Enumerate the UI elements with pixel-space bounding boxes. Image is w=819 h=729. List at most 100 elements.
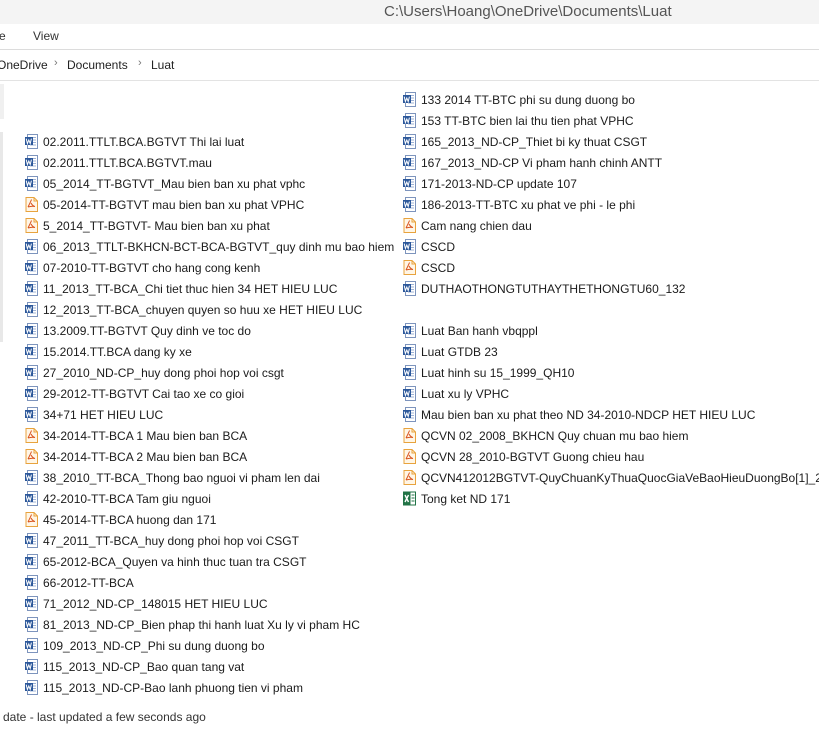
- file-item[interactable]: 11_2013_TT-BCA_Chi tiet thuc hien 34 HET…: [25, 279, 337, 298]
- word-doc-icon: [25, 281, 38, 296]
- file-item[interactable]: Tong ket ND 171: [403, 489, 510, 508]
- file-name: QCVN 28_2010-BGTVT Guong chieu hau: [421, 449, 645, 464]
- nav-pane-scrollbar[interactable]: [0, 132, 3, 342]
- word-doc-icon: [25, 176, 38, 191]
- word-doc-icon: [25, 260, 38, 275]
- file-item[interactable]: 42-2010-TT-BCA Tam giu nguoi: [25, 489, 211, 508]
- file-name: 29-2012-TT-BGTVT Cai tao xe co gioi: [43, 386, 245, 401]
- file-item[interactable]: 27_2010_ND-CP_huy dong phoi hop voi csgt: [25, 363, 284, 382]
- pdf-doc-icon: [403, 260, 416, 275]
- file-item[interactable]: 34-2014-TT-BCA 2 Mau bien ban BCA: [25, 447, 247, 466]
- file-item[interactable]: 34+71 HET HIEU LUC: [25, 405, 163, 424]
- breadcrumb-separator-icon[interactable]: ›: [54, 57, 58, 69]
- file-item[interactable]: 171-2013-ND-CP update 107: [403, 174, 577, 193]
- breadcrumb-separator-icon[interactable]: ›: [138, 57, 142, 69]
- file-item[interactable]: 02.2011.TTLT.BCA.BGTVT Thi lai luat: [25, 132, 244, 151]
- file-item[interactable]: QCVN412012BGTVT-QuyChuanKyThuaQuocGiaVeB…: [403, 468, 819, 487]
- file-item[interactable]: 133 2014 TT-BTC phi su dung duong bo: [403, 90, 635, 109]
- file-item[interactable]: 186-2013-TT-BTC xu phat ve phi - le phi: [403, 195, 635, 214]
- file-item[interactable]: 05_2014_TT-BGTVT_Mau bien ban xu phat vp…: [25, 174, 305, 193]
- word-doc-icon: [25, 386, 38, 401]
- file-item[interactable]: 47_2011_TT-BCA_huy dong phoi hop voi CSG…: [25, 531, 299, 550]
- word-doc-icon: [403, 197, 416, 212]
- file-item[interactable]: 15.2014.TT.BCA dang ky xe: [25, 342, 192, 361]
- file-name: 109_2013_ND-CP_Phi su dung duong bo: [43, 638, 265, 653]
- word-doc-icon: [25, 554, 38, 569]
- tab-home-partial[interactable]: e: [0, 29, 6, 43]
- file-item[interactable]: 66-2012-TT-BCA: [25, 573, 134, 592]
- excel-doc-icon: [403, 491, 416, 506]
- word-doc-icon: [25, 659, 38, 674]
- file-name: QCVN412012BGTVT-QuyChuanKyThuaQuocGiaVeB…: [421, 470, 819, 485]
- word-doc-icon: [25, 491, 38, 506]
- file-item[interactable]: 07-2010-TT-BGTVT cho hang cong kenh: [25, 258, 260, 277]
- breadcrumb-onedrive[interactable]: OneDrive: [0, 58, 48, 72]
- file-item[interactable]: 06_2013_TTLT-BKHCN-BCT-BCA-BGTVT_quy din…: [25, 237, 394, 256]
- word-doc-icon: [25, 470, 38, 485]
- file-item[interactable]: 115_2013_ND-CP-Bao lanh phuong tien vi p…: [25, 678, 303, 697]
- address-bar[interactable]: OneDrive › Documents › Luat: [0, 50, 819, 81]
- file-item[interactable]: 5_2014_TT-BGTVT- Mau bien ban xu phat: [25, 216, 270, 235]
- file-item[interactable]: 153 TT-BTC bien lai thu tien phat VPHC: [403, 111, 634, 130]
- file-name: 115_2013_ND-CP_Bao quan tang vat: [43, 659, 245, 674]
- file-name: 45-2014-TT-BCA huong dan 171: [43, 512, 217, 527]
- file-item[interactable]: 29-2012-TT-BGTVT Cai tao xe co gioi: [25, 384, 244, 403]
- tab-view[interactable]: View: [33, 29, 59, 43]
- file-name: 153 TT-BTC bien lai thu tien phat VPHC: [421, 113, 634, 128]
- file-item[interactable]: 115_2013_ND-CP_Bao quan tang vat: [25, 657, 244, 676]
- file-item[interactable]: 165_2013_ND-CP_Thiet bi ky thuat CSGT: [403, 132, 647, 151]
- file-item[interactable]: 45-2014-TT-BCA huong dan 171: [25, 510, 216, 529]
- word-doc-icon: [25, 617, 38, 632]
- file-item[interactable]: 13.2009.TT-BGTVT Quy dinh ve toc do: [25, 321, 251, 340]
- file-item[interactable]: 109_2013_ND-CP_Phi su dung duong bo: [25, 636, 265, 655]
- word-doc-icon: [403, 365, 416, 380]
- word-doc-icon: [25, 407, 38, 422]
- file-item[interactable]: 05-2014-TT-BGTVT mau bien ban xu phat VP…: [25, 195, 304, 214]
- window-title: C:\Users\Hoang\OneDrive\Documents\Luat: [384, 3, 672, 20]
- file-item[interactable]: Luat Ban hanh vbqppl: [403, 321, 538, 340]
- file-item[interactable]: 81_2013_ND-CP_Bien phap thi hanh luat Xu…: [25, 615, 360, 634]
- pdf-doc-icon: [25, 428, 38, 443]
- word-doc-icon: [403, 281, 416, 296]
- file-name: 13.2009.TT-BGTVT Quy dinh ve toc do: [43, 323, 251, 338]
- status-bar: date - last updated a few seconds ago: [0, 706, 819, 729]
- file-item[interactable]: Luat hinh su 15_1999_QH10: [403, 363, 574, 382]
- file-item[interactable]: Luat GTDB 23: [403, 342, 498, 361]
- file-name: Luat GTDB 23: [421, 344, 498, 359]
- file-item[interactable]: 71_2012_ND-CP_148015 HET HIEU LUC: [25, 594, 268, 613]
- file-item[interactable]: Mau bien ban xu phat theo ND 34-2010-NDC…: [403, 405, 755, 424]
- pdf-doc-icon: [403, 428, 416, 443]
- file-item[interactable]: 38_2010_TT-BCA_Thong bao nguoi vi pham l…: [25, 468, 320, 487]
- breadcrumb-luat[interactable]: Luat: [151, 58, 174, 72]
- file-item[interactable]: Luat xu ly VPHC: [403, 384, 509, 403]
- pdf-doc-icon: [403, 218, 416, 233]
- word-doc-icon: [403, 176, 416, 191]
- word-doc-icon: [25, 575, 38, 590]
- file-item[interactable]: DUTHAOTHONGTUTHAYTHETHONGTU60_132: [403, 279, 685, 298]
- file-name: 47_2011_TT-BCA_huy dong phoi hop voi CSG…: [43, 533, 299, 548]
- file-name: 81_2013_ND-CP_Bien phap thi hanh luat Xu…: [43, 617, 360, 632]
- file-name: Mau bien ban xu phat theo ND 34-2010-NDC…: [421, 407, 756, 422]
- file-item[interactable]: CSCD: [403, 258, 455, 277]
- sync-status-text: date - last updated a few seconds ago: [3, 710, 206, 724]
- file-item[interactable]: Cam nang chien dau: [403, 216, 532, 235]
- breadcrumb-documents[interactable]: Documents: [67, 58, 128, 72]
- word-doc-icon: [25, 239, 38, 254]
- file-item[interactable]: 65-2012-BCA_Quyen va hinh thuc tuan tra …: [25, 552, 306, 571]
- file-name: 15.2014.TT.BCA dang ky xe: [43, 344, 192, 359]
- file-item[interactable]: 34-2014-TT-BCA 1 Mau bien ban BCA: [25, 426, 247, 445]
- word-doc-icon: [25, 596, 38, 611]
- nav-pane-edge: [0, 84, 4, 119]
- file-item[interactable]: 12_2013_TT-BCA_chuyen quyen so huu xe HE…: [25, 300, 362, 319]
- file-name: Luat xu ly VPHC: [421, 386, 510, 401]
- file-item[interactable]: QCVN 02_2008_BKHCN Quy chuan mu bao hiem: [403, 426, 688, 445]
- file-name: 12_2013_TT-BCA_chuyen quyen so huu xe HE…: [43, 302, 363, 317]
- file-name: 02.2011.TTLT.BCA.BGTVT Thi lai luat: [43, 134, 245, 149]
- file-name: 38_2010_TT-BCA_Thong bao nguoi vi pham l…: [43, 470, 320, 485]
- file-item[interactable]: QCVN 28_2010-BGTVT Guong chieu hau: [403, 447, 644, 466]
- file-item[interactable]: 02.2011.TTLT.BCA.BGTVT.mau: [25, 153, 212, 172]
- file-name: 133 2014 TT-BTC phi su dung duong bo: [421, 92, 635, 107]
- word-doc-icon: [403, 239, 416, 254]
- file-item[interactable]: CSCD: [403, 237, 455, 256]
- file-item[interactable]: 167_2013_ND-CP Vi pham hanh chinh ANTT: [403, 153, 662, 172]
